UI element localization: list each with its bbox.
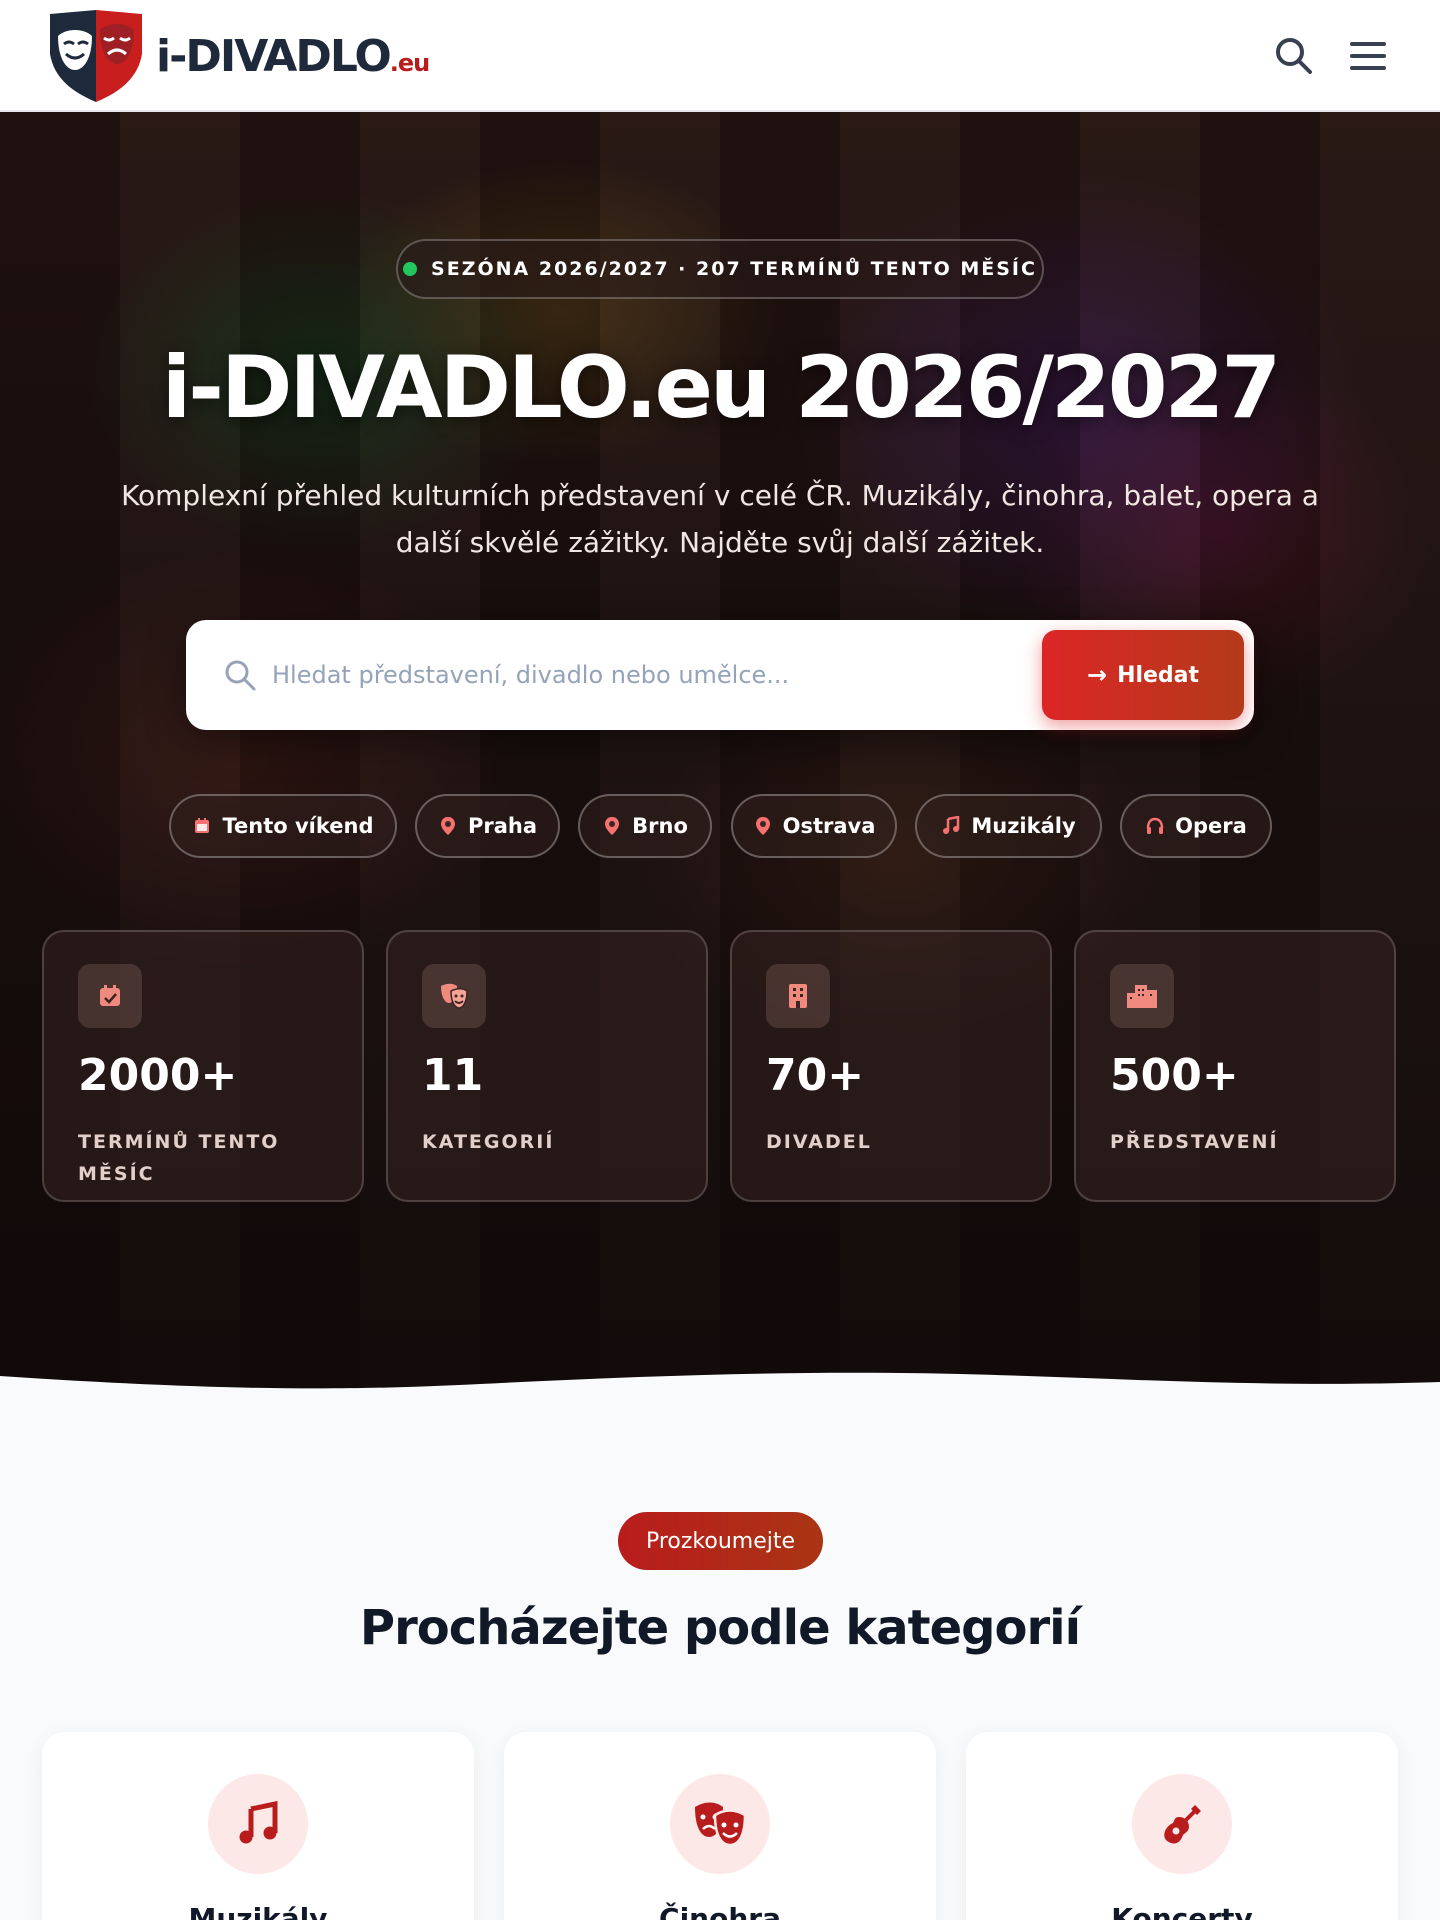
- map-pin-icon: [605, 817, 620, 835]
- search-icon: [225, 660, 256, 691]
- season-badge-text: SEZÓNA 2026/2027 · 207 TERMÍNŮ TENTO MĚS…: [431, 258, 1037, 280]
- stat-card-performances: 500+ PŘEDSTAVENÍ: [1074, 930, 1396, 1202]
- calendar-icon: [195, 818, 210, 833]
- stat-icon-box: [422, 964, 486, 1028]
- theater-shield-logo-icon: [50, 10, 142, 102]
- section-title: Procházejte podle kategorií: [359, 1600, 1081, 1656]
- stat-card-theaters: 70+ DIVADEL: [730, 930, 1052, 1202]
- stat-icon-box: [1110, 964, 1174, 1028]
- stat-card-categories: 11 KATEGORIÍ: [386, 930, 708, 1202]
- category-card-cinohra[interactable]: Činohra: [504, 1732, 936, 1920]
- quick-filter-label: Opera: [1175, 814, 1247, 838]
- hero-section: SEZÓNA 2026/2027 · 207 TERMÍNŮ TENTO MĚS…: [0, 112, 1440, 1392]
- building-icon: [789, 984, 807, 1008]
- headphones-icon: [1146, 817, 1164, 834]
- logo-suffix: .eu: [389, 48, 430, 77]
- stat-icon-box: [766, 964, 830, 1028]
- status-dot-icon: [403, 262, 418, 276]
- map-pin-icon: [440, 817, 455, 835]
- search-button[interactable]: → Hledat: [1042, 630, 1244, 720]
- stat-label: PŘEDSTAVENÍ: [1110, 1131, 1279, 1153]
- stat-value: 2000+: [78, 1050, 238, 1101]
- stat-label: DIVADEL: [766, 1131, 872, 1153]
- stat-value: 500+: [1110, 1050, 1239, 1101]
- category-card-koncerty[interactable]: Koncerty: [966, 1732, 1398, 1920]
- site-logo[interactable]: i-DIVADLO .eu: [44, 8, 464, 104]
- hero-subtitle: Komplexní přehled kulturních představení…: [121, 479, 1319, 559]
- city-icon: [1127, 985, 1157, 1008]
- category-label: Koncerty: [1111, 1902, 1253, 1920]
- calendar-check-icon: [100, 985, 120, 1006]
- site-header: i-DIVADLO .eu: [0, 0, 1440, 112]
- quick-filter-label: Muzikály: [971, 814, 1076, 838]
- logo-wordmark: i-DIVADLO: [156, 30, 392, 82]
- stat-label: TERMÍNŮ TENTO MĚSÍC: [78, 1131, 280, 1185]
- search-button-label: Hledat: [1117, 662, 1200, 688]
- season-badge: SEZÓNA 2026/2027 · 207 TERMÍNŮ TENTO MĚS…: [396, 239, 1044, 299]
- quick-filter-weekend[interactable]: Tento víkend: [169, 794, 397, 858]
- hero-search-bar: → Hledat: [186, 620, 1254, 730]
- stat-value: 70+: [766, 1050, 865, 1101]
- music-note-icon: [943, 816, 960, 834]
- category-card-muzikaly[interactable]: Muzikály: [42, 1732, 474, 1920]
- category-label: Činohra: [659, 1902, 781, 1920]
- explore-eyebrow-badge: Prozkoumejte: [618, 1512, 823, 1570]
- theater-masks-icon: [695, 1802, 747, 1847]
- stat-icon-box: [78, 964, 142, 1028]
- hamburger-menu-icon[interactable]: [1348, 34, 1388, 78]
- quick-filter-label: Ostrava: [782, 814, 876, 838]
- music-note-icon: [239, 1801, 278, 1844]
- quick-filter-muzikaly[interactable]: Muzikály: [915, 794, 1102, 858]
- search-icon[interactable]: [1272, 34, 1316, 78]
- guitar-icon: [1164, 1805, 1201, 1844]
- section-wave-divider: [0, 1372, 1440, 1406]
- stat-label: KATEGORIÍ: [422, 1131, 555, 1153]
- arrow-right-icon: →: [1086, 661, 1108, 689]
- category-icon-circle: [1132, 1774, 1232, 1874]
- theater-masks-icon: [441, 983, 468, 1009]
- search-input[interactable]: [272, 650, 992, 700]
- quick-filter-praha[interactable]: Praha: [415, 794, 560, 858]
- category-icon-circle: [670, 1774, 770, 1874]
- quick-filter-label: Tento víkend: [222, 814, 374, 838]
- quick-filter-opera[interactable]: Opera: [1120, 794, 1272, 858]
- category-label: Muzikály: [188, 1902, 328, 1920]
- quick-filter-label: Praha: [467, 814, 538, 838]
- stat-value: 11: [422, 1050, 484, 1101]
- quick-filter-ostrava[interactable]: Ostrava: [731, 794, 897, 858]
- map-pin-icon: [755, 817, 770, 835]
- hero-title: i-DIVADLO.eu 2026/2027: [161, 338, 1281, 438]
- category-icon-circle: [208, 1774, 308, 1874]
- quick-filter-label: Brno: [632, 814, 688, 838]
- quick-filter-brno[interactable]: Brno: [578, 794, 712, 858]
- stat-card-terms: 2000+ TERMÍNŮ TENTO MĚSÍC: [42, 930, 364, 1202]
